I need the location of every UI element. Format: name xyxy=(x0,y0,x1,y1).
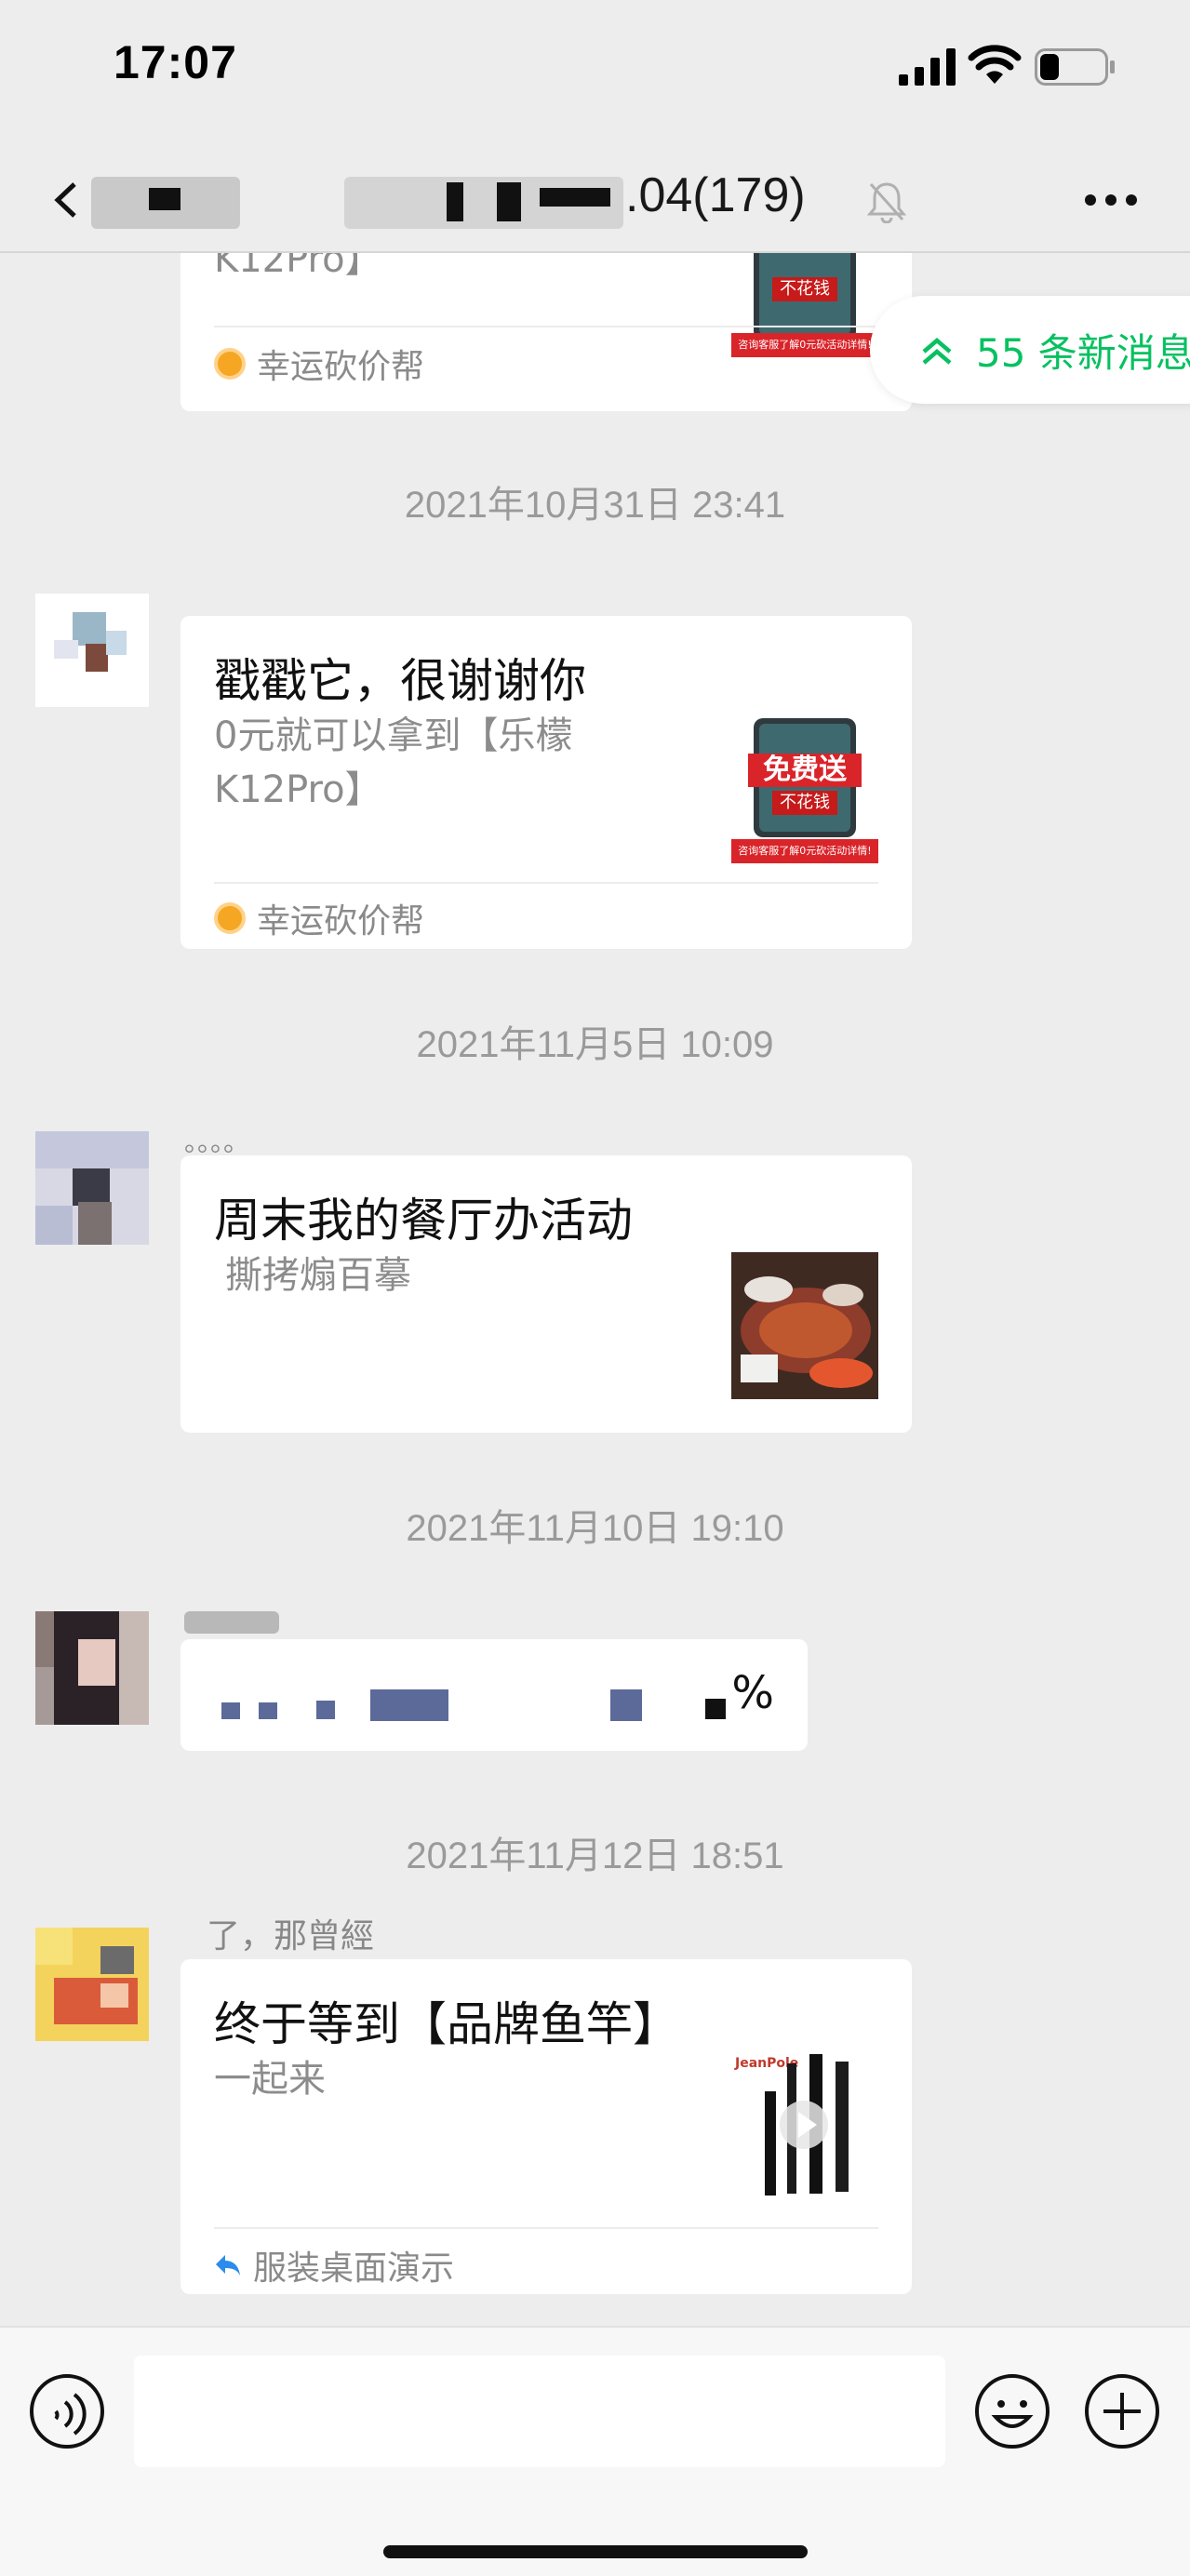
avatar[interactable] xyxy=(35,594,149,707)
app-icon xyxy=(214,348,246,380)
redacted-title xyxy=(540,188,610,207)
avatar[interactable] xyxy=(35,1928,149,2041)
status-time: 17:07 xyxy=(114,36,237,88)
card-desc: 0元就可以拿到【乐檬K12Pro】 xyxy=(214,714,573,811)
promo-big-label: 免费送 xyxy=(748,754,862,787)
redacted-title xyxy=(149,188,181,210)
sender-name: 。。。。 xyxy=(184,1127,250,1157)
voice-icon[interactable] xyxy=(28,2372,106,2450)
promo-image: 不花钱 咨询客服了解0元砍活动详情! xyxy=(731,253,878,367)
fishing-rod-image: JeanPole xyxy=(731,2054,878,2201)
home-indicator[interactable] xyxy=(383,2545,808,2558)
input-bar xyxy=(0,2326,1190,2576)
wifi-icon xyxy=(968,45,1022,84)
card-desc: K12Pro】 xyxy=(214,253,382,281)
new-messages-label: 55 条新消息 xyxy=(976,329,1190,376)
card-title: 戳戳它，很谢谢你 xyxy=(214,654,586,708)
chat-area: K12Pro】 不花钱 咨询客服了解0元砍活动详情! 幸运砍价帮 2021年10… xyxy=(0,253,1190,2326)
plus-icon[interactable] xyxy=(1083,2372,1161,2450)
redacted-text xyxy=(610,1689,642,1721)
card-source: 服装桌面演示 xyxy=(253,2249,455,2288)
card-title: 终于等到【品牌鱼竿】 xyxy=(214,1997,679,2051)
nav-bar: .04(179) xyxy=(0,140,1190,253)
status-bar: 17:07 xyxy=(0,0,1190,140)
link-card[interactable]: 终于等到【品牌鱼竿】 一起来 JeanPole 服装桌面演示 xyxy=(181,1959,912,2294)
card-divider xyxy=(214,882,878,884)
timestamp: 2021年11月10日 19:10 xyxy=(406,1508,784,1549)
promo-strip-label: 咨询客服了解0元砍活动详情! xyxy=(731,333,878,357)
reply-icon xyxy=(216,2255,240,2276)
link-card[interactable]: 戳戳它，很谢谢你 0元就可以拿到【乐檬K12Pro】 免费送 不花钱 咨询客服了… xyxy=(181,616,912,949)
message-text: % xyxy=(731,1667,774,1719)
redacted-text xyxy=(259,1702,277,1719)
promo-strip-label: 咨询客服了解0元砍活动详情! xyxy=(731,839,878,863)
emoji-icon[interactable] xyxy=(973,2372,1051,2450)
bell-muted-icon xyxy=(867,182,906,223)
redacted-title xyxy=(497,182,521,221)
timestamp: 2021年11月12日 18:51 xyxy=(406,1835,784,1876)
card-desc: 撕拷煽百摹 xyxy=(225,1254,411,1297)
chevron-up-icon xyxy=(922,338,952,365)
sender-name: 了，那曾經 xyxy=(207,1917,375,1955)
battery-icon xyxy=(1035,48,1115,86)
card-title: 周末我的餐厅办活动 xyxy=(214,1194,633,1248)
redacted-text xyxy=(316,1701,335,1719)
redacted-sender xyxy=(184,1611,279,1634)
redacted-text xyxy=(221,1702,240,1719)
new-messages-button[interactable]: 55 条新消息 xyxy=(870,296,1190,404)
redacted-title xyxy=(447,182,463,221)
food-image xyxy=(731,1252,878,1399)
card-source: 幸运砍价帮 xyxy=(257,902,425,941)
card-desc: 一起来 xyxy=(214,2058,326,2101)
app-icon xyxy=(214,902,246,934)
avatar[interactable] xyxy=(35,1611,149,1725)
card-footer: 服装桌面演示 xyxy=(214,2242,454,2289)
link-card[interactable]: 周末我的餐厅办活动 撕拷煽百摹 xyxy=(181,1155,912,1433)
redacted-text xyxy=(705,1699,726,1719)
link-card[interactable]: K12Pro】 不花钱 咨询客服了解0元砍活动详情! 幸运砍价帮 xyxy=(181,253,912,411)
card-source: 幸运砍价帮 xyxy=(257,348,425,386)
promo-small-label: 不花钱 xyxy=(772,791,837,815)
more-icon[interactable] xyxy=(1083,188,1139,212)
timestamp: 2021年10月31日 23:41 xyxy=(404,485,786,526)
back-icon[interactable] xyxy=(52,182,78,218)
text-message[interactable]: % xyxy=(181,1639,808,1751)
signal-icon xyxy=(899,48,956,86)
card-divider xyxy=(214,2227,878,2229)
avatar[interactable] xyxy=(35,1131,149,1245)
message-input[interactable] xyxy=(134,2356,945,2467)
redacted-text xyxy=(370,1689,448,1721)
card-divider xyxy=(214,326,878,327)
promo-image: 免费送 不花钱 咨询客服了解0元砍活动详情! xyxy=(731,716,878,863)
chat-title: .04(179) xyxy=(625,168,806,222)
timestamp: 2021年11月5日 10:09 xyxy=(416,1024,774,1065)
promo-small-label: 不花钱 xyxy=(772,277,837,301)
card-footer: 幸运砍价帮 xyxy=(214,340,424,387)
card-footer: 幸运砍价帮 xyxy=(214,895,424,941)
